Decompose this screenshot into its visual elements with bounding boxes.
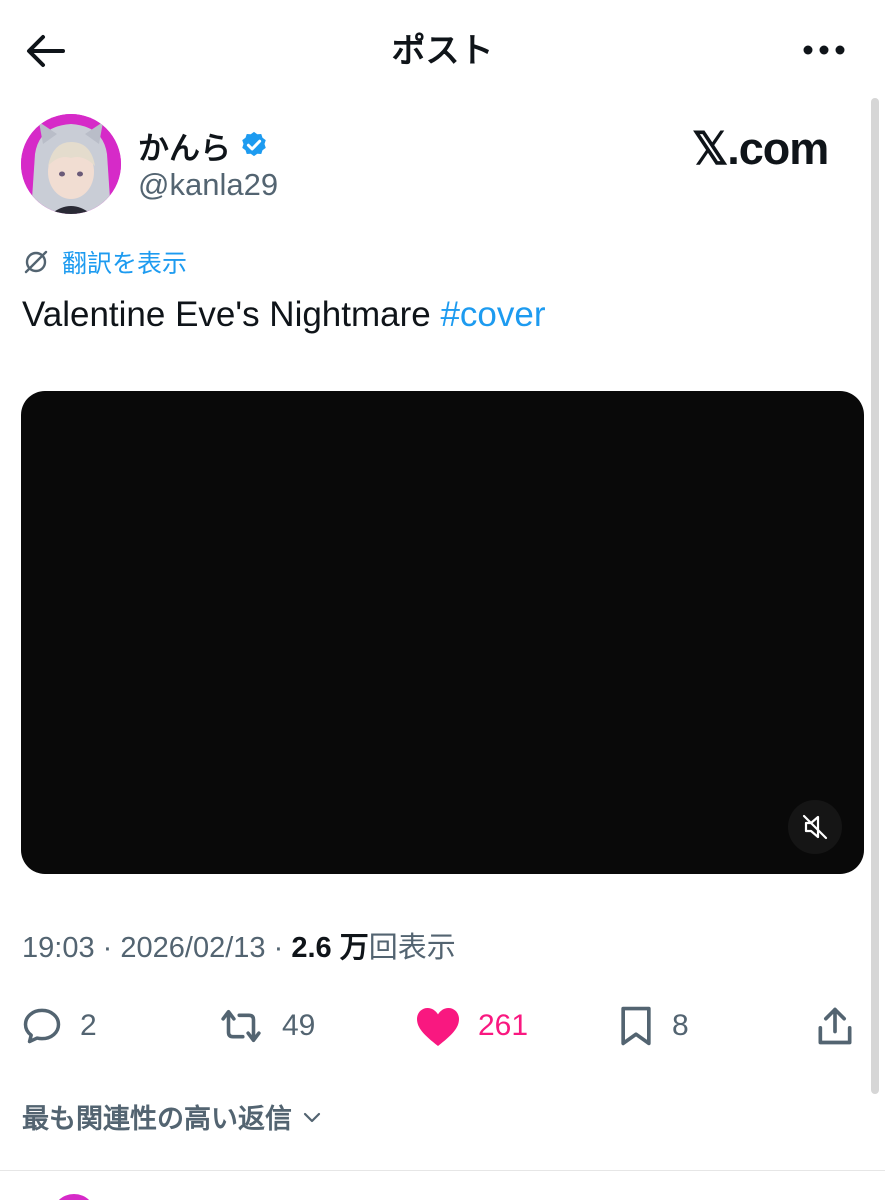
avatar-illustration [21,114,121,214]
video-player[interactable] [21,391,864,874]
speaker-muted-icon [802,814,828,840]
hashtag-link[interactable]: #cover [440,295,545,334]
heart-filled-icon [417,1008,459,1046]
reply-avatar[interactable] [52,1194,96,1200]
meta-separator: · [273,932,284,964]
bookmark-button[interactable]: 8 [616,996,689,1056]
replies-sort-dropdown[interactable]: 最も関連性の高い返信 [22,1097,324,1136]
translate-button[interactable]: 翻訳を表示 [22,244,187,280]
top-bar: ポスト [0,0,885,100]
more-options-button[interactable] [799,30,849,70]
tweet-meta: 19:03 · 2026/02/13 · 2.6 万回表示 [22,928,456,968]
more-horizontal-icon [803,45,845,55]
meta-separator: · [102,932,113,964]
tweet-body: Valentine Eve's Nightmare [22,295,441,334]
translate-globe-icon [24,250,48,274]
repost-count: 49 [282,1009,316,1042]
repost-button[interactable]: 49 [216,996,315,1056]
author-handle[interactable]: @kanla29 [138,167,278,203]
translate-label[interactable]: 翻訳を表示 [62,244,187,280]
bookmark-count: 8 [672,1009,689,1042]
share-upload-icon [818,1007,852,1045]
repost-icon [221,1009,261,1043]
verified-badge-icon [242,131,266,157]
reply-button[interactable]: 2 [20,996,97,1056]
action-bar: 2 49 261 8 [0,996,885,1056]
tweet-text: Valentine Eve's Nightmare #cover [22,293,546,337]
mute-button[interactable] [788,800,842,854]
avatar[interactable] [21,114,121,214]
like-count: 261 [478,1009,529,1042]
bookmark-icon [621,1006,651,1046]
reply-bubble-icon [23,1008,61,1044]
reply-count: 2 [80,1009,97,1042]
author-name-row[interactable]: かんら [138,123,269,168]
x-com-watermark: 𝕏.com [692,123,829,174]
page-title: ポスト [391,31,494,71]
share-button[interactable] [814,996,856,1056]
like-button[interactable]: 261 [414,996,528,1056]
divider [0,1170,885,1171]
replies-sort-label[interactable]: 最も関連性の高い返信 [22,1097,292,1136]
scrollbar[interactable] [871,98,879,1094]
views-label[interactable]: 回表示 [369,932,456,964]
tweet-time: 19:03 [22,932,95,964]
views-count[interactable]: 2.6 万 [291,932,368,964]
chevron-down-icon [303,1112,321,1122]
tweet-date: 2026/02/13 [120,932,266,964]
author-display-name[interactable]: かんら [138,123,231,168]
